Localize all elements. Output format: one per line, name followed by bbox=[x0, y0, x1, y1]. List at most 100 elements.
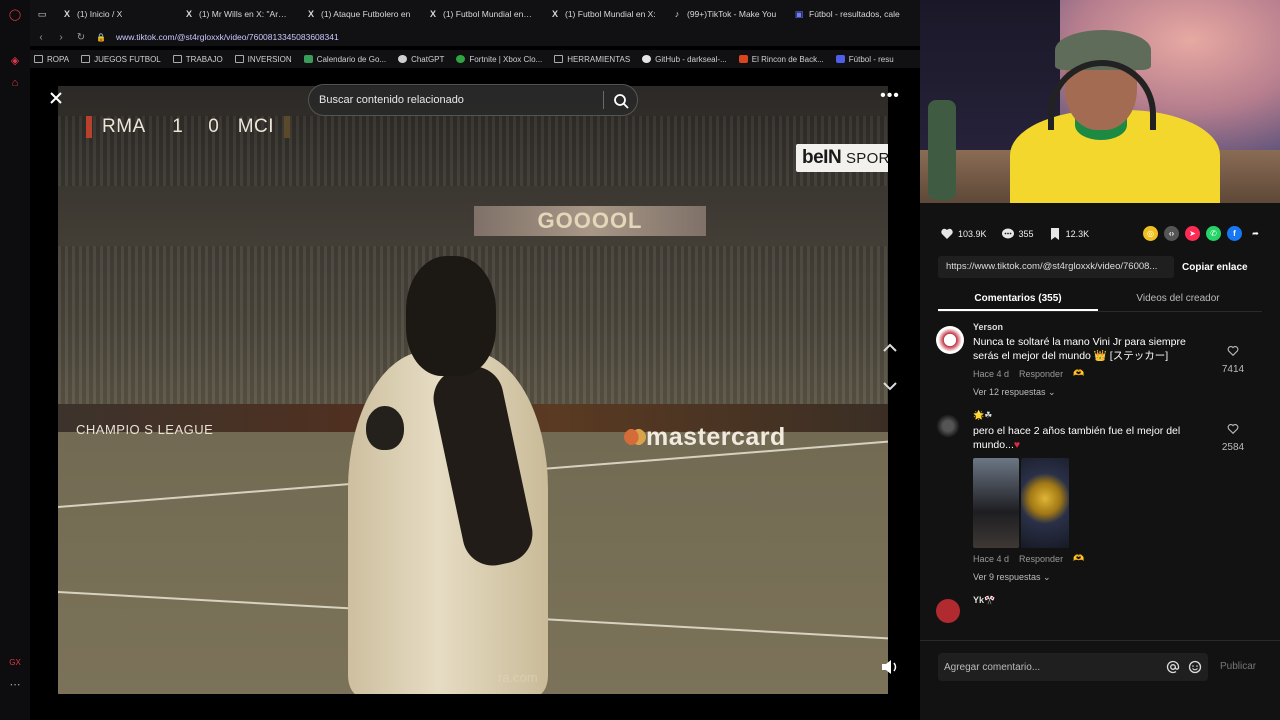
video-link-field[interactable]: https://www.tiktok.com/@st4rgloxxk/video… bbox=[938, 256, 1174, 278]
blogger-icon bbox=[738, 55, 748, 63]
next-video-chevron-down-icon[interactable] bbox=[880, 376, 900, 396]
bookmark-item[interactable]: ChatGPT bbox=[398, 55, 444, 64]
folder-icon bbox=[172, 55, 182, 63]
publish-button[interactable]: Publicar bbox=[1220, 661, 1256, 672]
save-count: 12.3K bbox=[1065, 229, 1090, 239]
gx-icon[interactable]: GX bbox=[8, 656, 22, 670]
away-team: MCI bbox=[237, 116, 275, 137]
tab-favicon-icon: X bbox=[551, 9, 558, 19]
calendar-icon bbox=[303, 55, 313, 63]
comment-composer: Publicar bbox=[920, 640, 1280, 692]
home-team: RMA bbox=[102, 116, 146, 137]
browser-tab[interactable]: X (1) Mr Wills en X: "Argen bbox=[176, 0, 298, 28]
bookmark-item[interactable]: HERRAMIENTAS bbox=[554, 55, 630, 64]
folder-icon bbox=[234, 55, 244, 63]
scoreboard: RMA 1 0 MCI bbox=[86, 112, 291, 142]
heart-icon bbox=[941, 228, 953, 239]
bookmark-item[interactable]: GitHub - darkseal-... bbox=[642, 55, 727, 64]
more-options-button[interactable]: ••• bbox=[878, 88, 902, 107]
ballon-dor-photo bbox=[1021, 458, 1069, 548]
browser-tab[interactable]: ▭ bbox=[30, 0, 54, 28]
send-to-friends-icon[interactable]: ➤ bbox=[1185, 226, 1200, 241]
mention-icon[interactable] bbox=[1166, 660, 1180, 674]
folder-icon bbox=[34, 55, 43, 63]
comment-item: Yerson Nunca te soltaré la mano Vini Jr … bbox=[936, 322, 1266, 398]
copy-link-button[interactable]: Copiar enlace bbox=[1174, 262, 1248, 273]
broadcaster-logo: beIN SPORT bbox=[796, 144, 888, 172]
bookmark-item[interactable]: JUEGOS FUTBOL bbox=[81, 55, 161, 64]
browser-tab-active[interactable]: ♪ (99+)TikTok - Make You bbox=[664, 0, 786, 28]
search-icon[interactable] bbox=[611, 91, 631, 111]
previous-video-chevron-up-icon[interactable] bbox=[880, 338, 900, 358]
comment-username[interactable]: Yk🎌 bbox=[973, 595, 1213, 606]
comment-count: 355 bbox=[1018, 229, 1034, 239]
tab-creator-videos[interactable]: Videos del creador bbox=[1098, 290, 1258, 311]
bookmarks-bar: ROPA JUEGOS FUTBOL TRABAJO INVERSION Cal… bbox=[30, 50, 920, 68]
messenger-icon[interactable]: ⌂ bbox=[8, 76, 22, 90]
tab-favicon-icon: ▣ bbox=[794, 8, 804, 19]
chatgpt-icon bbox=[398, 55, 408, 63]
browser-tab[interactable]: X (1) Futbol Mundial en X: " bbox=[420, 0, 542, 28]
opera-logo-icon[interactable]: ◯ bbox=[8, 8, 22, 22]
comment-list: Yerson Nunca te soltaré la mano Vini Jr … bbox=[936, 322, 1266, 636]
comment-photo bbox=[973, 458, 1019, 548]
comment-images[interactable] bbox=[973, 458, 1213, 548]
tab-list-icon[interactable]: ▭ bbox=[37, 9, 47, 20]
view-replies-button[interactable]: Ver 9 respuestas ⌄ bbox=[973, 572, 1213, 583]
share-icons: ◎ ‹› ➤ ✆ f ➦ bbox=[1143, 226, 1263, 241]
video-frame[interactable]: CHAMPIO S LEAGUE mastercard RMA 1 0 MCI … bbox=[58, 86, 888, 694]
creator-liked-icon: 🫶 bbox=[1073, 553, 1085, 563]
bookmark-item[interactable]: INVERSION bbox=[234, 55, 292, 64]
details-panel: 103.9K 355 12.3K ◎ ‹› ➤ ✆ f ➦ https://ww… bbox=[920, 0, 1280, 720]
tab-comments[interactable]: Comentarios (355) bbox=[938, 290, 1098, 311]
coin-icon[interactable]: ◎ bbox=[1143, 226, 1158, 241]
avatar[interactable] bbox=[936, 326, 964, 354]
comment-time: Hace 4 d bbox=[973, 368, 1010, 379]
reload-icon[interactable]: ↻ bbox=[76, 32, 86, 43]
save-button[interactable]: 12.3K bbox=[1048, 227, 1090, 241]
red-heart-icon: ♥ bbox=[1013, 439, 1021, 451]
address-bar: ‹ › ↻ 🔒 www.tiktok.com/@st4rgloxxk/video… bbox=[30, 28, 920, 46]
view-replies-button[interactable]: Ver 12 respuestas ⌄ bbox=[973, 387, 1213, 398]
browser-tab[interactable]: X (1) Inicio / X bbox=[54, 0, 176, 28]
bookmark-item[interactable]: El Rincon de Back... bbox=[738, 55, 824, 64]
video-player: CHAMPIO S LEAGUE mastercard RMA 1 0 MCI … bbox=[30, 68, 920, 694]
facebook-icon[interactable]: f bbox=[1227, 226, 1242, 241]
comment-item: Yk🎌 bbox=[936, 595, 1266, 623]
bookmark-item[interactable]: Calendario de Go... bbox=[303, 55, 386, 64]
browser-tab[interactable]: X (1) Ataque Futbolero en bbox=[298, 0, 420, 28]
avatar[interactable] bbox=[936, 599, 960, 623]
share-arrow-icon[interactable]: ➦ bbox=[1248, 226, 1263, 241]
comment-button[interactable]: 355 bbox=[1001, 227, 1034, 241]
bookmark-item[interactable]: ROPA bbox=[34, 55, 69, 64]
browser-tab[interactable]: ▣ Fútbol - resultados, cale bbox=[786, 0, 908, 28]
embed-icon[interactable]: ‹› bbox=[1164, 226, 1179, 241]
whatsapp-icon[interactable]: ✆ bbox=[1206, 226, 1221, 241]
like-button[interactable]: 103.9K bbox=[940, 227, 987, 241]
aria-icon[interactable]: ◈ bbox=[8, 54, 22, 68]
forward-icon[interactable]: › bbox=[56, 32, 66, 43]
comment-username[interactable]: 🌟☘ bbox=[973, 410, 1213, 421]
comment-username[interactable]: Yerson bbox=[973, 322, 1213, 332]
reply-button[interactable]: Responder bbox=[1019, 369, 1063, 379]
bookmark-item[interactable]: TRABAJO bbox=[172, 55, 223, 64]
browser-side-rail: ◯ ◈ ⌂ GX ⋯ bbox=[0, 0, 30, 720]
comment-tabs: Comentarios (355) Videos del creador bbox=[938, 290, 1262, 312]
champions-league-board: CHAMPIO S LEAGUE bbox=[76, 422, 214, 437]
add-comment-input[interactable] bbox=[944, 661, 1158, 673]
comment-like-button[interactable]: 2584 bbox=[1220, 422, 1246, 453]
search-input[interactable] bbox=[319, 94, 599, 106]
bookmark-item[interactable]: Fútbol - resu bbox=[835, 55, 894, 64]
emoji-icon[interactable] bbox=[1188, 660, 1202, 674]
reply-button[interactable]: Responder bbox=[1019, 554, 1063, 564]
volume-icon[interactable] bbox=[880, 658, 900, 676]
more-icon[interactable]: ⋯ bbox=[8, 678, 22, 692]
browser-tab[interactable]: X (1) Futbol Mundial en X: bbox=[542, 0, 664, 28]
comment-like-button[interactable]: 7414 bbox=[1220, 344, 1246, 375]
url-text[interactable]: www.tiktok.com/@st4rgloxxk/video/7600813… bbox=[116, 32, 339, 42]
avatar[interactable] bbox=[936, 414, 960, 438]
bookmark-item[interactable]: Fortnite | Xbox Clo... bbox=[456, 55, 542, 64]
back-icon[interactable]: ‹ bbox=[36, 32, 46, 43]
related-search-box[interactable] bbox=[308, 84, 638, 116]
close-button[interactable] bbox=[47, 89, 65, 107]
